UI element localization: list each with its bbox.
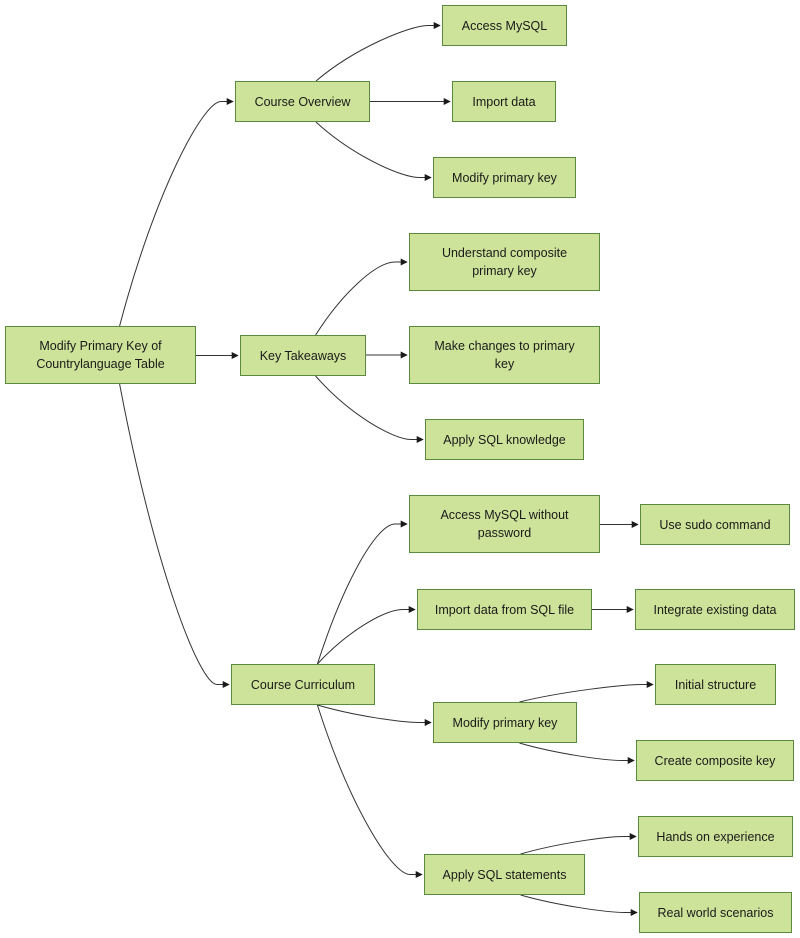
edge-modify_pk_2-to-initial_structure [519, 681, 654, 703]
node-apply-sql-knowledge[interactable]: Apply SQL knowledge [425, 419, 584, 460]
node-initial-structure[interactable]: Initial structure [655, 664, 776, 705]
edge-takeaways-to-understand_composite [315, 258, 408, 336]
edge-root-to-overview [119, 98, 234, 327]
edge-curriculum-to-import_sql_file [317, 606, 416, 665]
node-access-mysql-without-password[interactable]: Access MySQL without password [409, 495, 600, 553]
node-import-data[interactable]: Import data [452, 81, 556, 122]
node-course-curriculum[interactable]: Course Curriculum [231, 664, 375, 705]
node-root[interactable]: Modify Primary Key of Countrylanguage Ta… [5, 326, 196, 384]
edge-curriculum-to-access_no_pw [316, 520, 408, 665]
edge-apply_sql_statements-to-hands_on [520, 833, 637, 855]
edge-curriculum-to-modify_pk_2 [317, 704, 432, 726]
edge-takeaways-to-apply_sql_knowledge [315, 375, 424, 443]
node-course-overview[interactable]: Course Overview [235, 81, 370, 122]
node-hands-on-experience[interactable]: Hands on experience [638, 816, 793, 857]
node-modify-primary-key-curriculum[interactable]: Modify primary key [433, 702, 577, 743]
node-real-world-scenarios[interactable]: Real world scenarios [639, 892, 792, 933]
edge-modify_pk_2-to-create_composite [519, 742, 635, 764]
node-understand-composite-primary-key[interactable]: Understand composite primary key [409, 233, 600, 291]
edge-overview-to-modify_pk_1 [315, 121, 432, 181]
node-create-composite-key[interactable]: Create composite key [636, 740, 794, 781]
edge-overview-to-access_mysql [315, 22, 441, 82]
node-key-takeaways[interactable]: Key Takeaways [240, 335, 366, 376]
node-access-mysql[interactable]: Access MySQL [442, 5, 567, 46]
node-modify-primary-key-overview[interactable]: Modify primary key [433, 157, 576, 198]
node-integrate-existing-data[interactable]: Integrate existing data [635, 589, 795, 630]
edge-root-to-curriculum [119, 383, 230, 688]
node-apply-sql-statements[interactable]: Apply SQL statements [424, 854, 585, 895]
node-make-changes-to-primary-key[interactable]: Make changes to primary key [409, 326, 600, 384]
edge-curriculum-to-apply_sql_statements [316, 704, 423, 878]
node-use-sudo-command[interactable]: Use sudo command [640, 504, 790, 545]
edges-layer [119, 22, 654, 916]
node-import-data-from-sql-file[interactable]: Import data from SQL file [417, 589, 592, 630]
edge-apply_sql_statements-to-real_world [520, 894, 638, 916]
